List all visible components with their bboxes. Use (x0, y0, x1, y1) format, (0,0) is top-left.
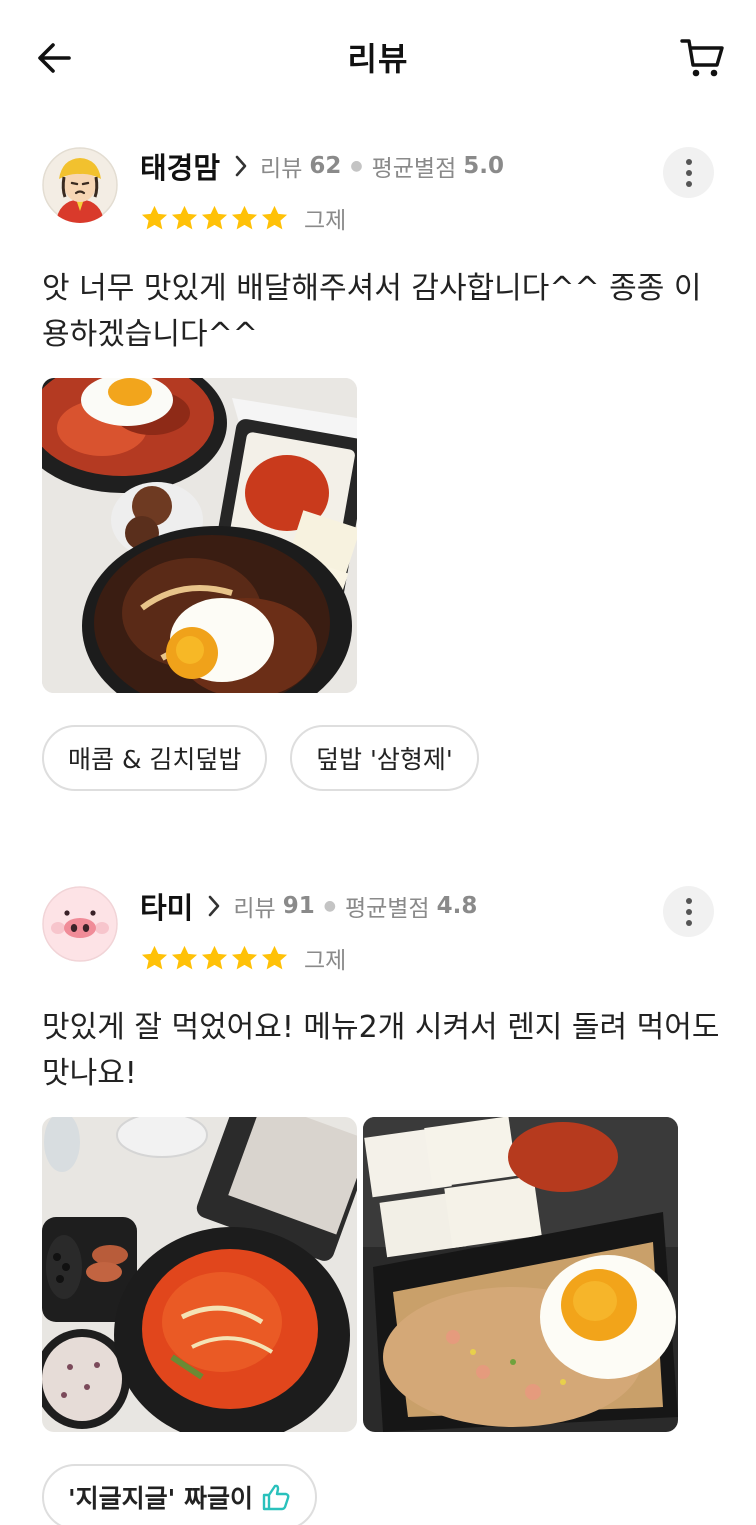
review-date: 그제 (304, 948, 347, 974)
review-count-label: 리뷰 (233, 896, 276, 922)
review-text: 맛있게 잘 먹었어요! 메뉴2개 시켜서 렌지 돌려 먹어도 맛나요! (42, 1010, 720, 1091)
review-text: 앗 너무 맛있게 배달해주셔서 감사합니다^^ 종종 이용하겠습니다^^ (42, 271, 702, 352)
avg-rating: 4.8 (436, 893, 478, 919)
more-options-button[interactable] (663, 147, 714, 198)
star-icon (141, 945, 168, 969)
separator-dot: ● (323, 898, 336, 914)
chevron-right-icon (209, 895, 220, 917)
menu-tag[interactable]: 덮밥 '삼형제' (290, 725, 479, 791)
rating-stars: 그제 (140, 942, 346, 974)
review-count-label: 리뷰 (260, 156, 303, 182)
thumbs-up-icon (262, 1484, 290, 1511)
star-icon (231, 205, 258, 229)
review-count: 91 (282, 893, 315, 919)
avg-rating-label: 평균별점 (344, 896, 430, 922)
avatar[interactable] (42, 147, 118, 223)
review-date: 그제 (304, 208, 347, 234)
star-group (140, 944, 290, 973)
cart-icon (680, 39, 724, 77)
avatar[interactable] (42, 886, 118, 962)
menu-tag[interactable]: '지글지글' 짜글이 (42, 1464, 318, 1525)
reviewer-name: 태경맘 (140, 151, 221, 185)
star-icon (171, 205, 198, 229)
more-options-button[interactable] (663, 886, 714, 937)
separator-dot: ● (350, 158, 363, 174)
reviewer-info[interactable]: 태경맘 리뷰 62 ● 평균별점 5.0 (140, 146, 504, 186)
menu-tag[interactable]: 매콤 & 김치덮밥 (42, 725, 268, 791)
star-icon (201, 205, 228, 229)
star-icon (171, 945, 198, 969)
review-count: 62 (309, 153, 342, 179)
review-photo[interactable] (42, 1117, 357, 1432)
review-photo[interactable] (42, 378, 357, 693)
star-icon (201, 945, 228, 969)
cart-button[interactable] (674, 32, 730, 84)
reviewer-name: 타미 (140, 891, 194, 925)
star-icon (261, 205, 288, 229)
review-photo[interactable] (363, 1117, 678, 1432)
star-icon (231, 945, 258, 969)
more-vertical-icon (685, 897, 692, 904)
star-icon (141, 205, 168, 229)
more-vertical-icon (685, 158, 692, 165)
star-group (140, 204, 290, 233)
page-title: 리뷰 (347, 40, 409, 78)
reviewer-info[interactable]: 타미 리뷰 91 ● 평균별점 4.8 (140, 886, 477, 926)
menu-tag-label: '지글지글' 짜글이 (68, 1484, 254, 1513)
star-icon (261, 945, 288, 969)
rating-stars: 그제 (140, 202, 346, 234)
avg-rating: 5.0 (463, 153, 504, 179)
chevron-right-icon (235, 155, 247, 177)
avg-rating-label: 평균별점 (371, 156, 457, 182)
app-header: 리뷰 (0, 0, 756, 112)
